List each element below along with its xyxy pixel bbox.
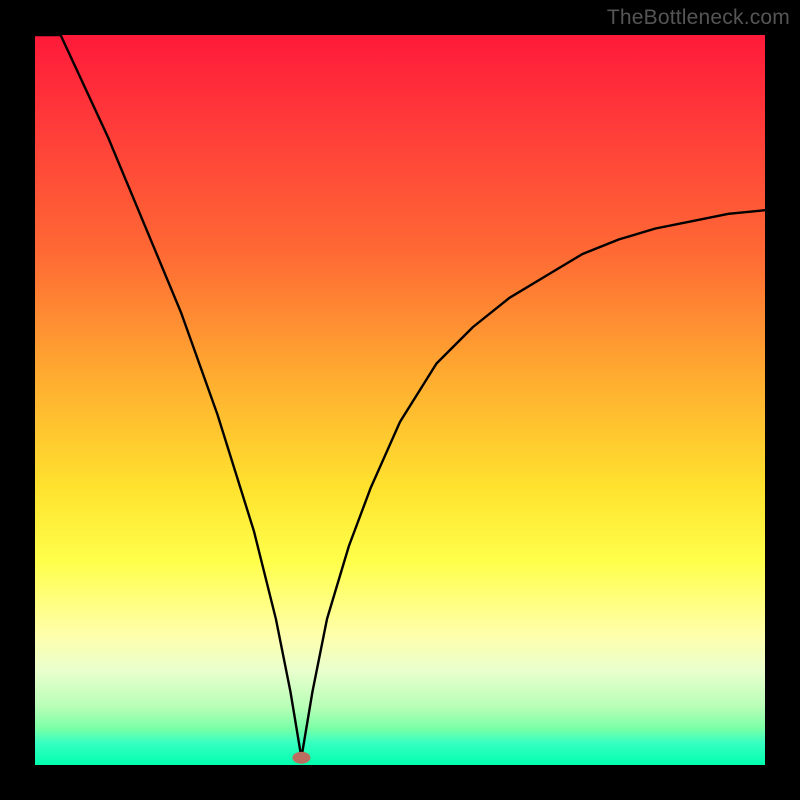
watermark-text: TheBottleneck.com [607,6,790,30]
chart-container: TheBottleneck.com [0,0,800,800]
plot-area [35,35,765,765]
bottleneck-curve [35,35,765,765]
